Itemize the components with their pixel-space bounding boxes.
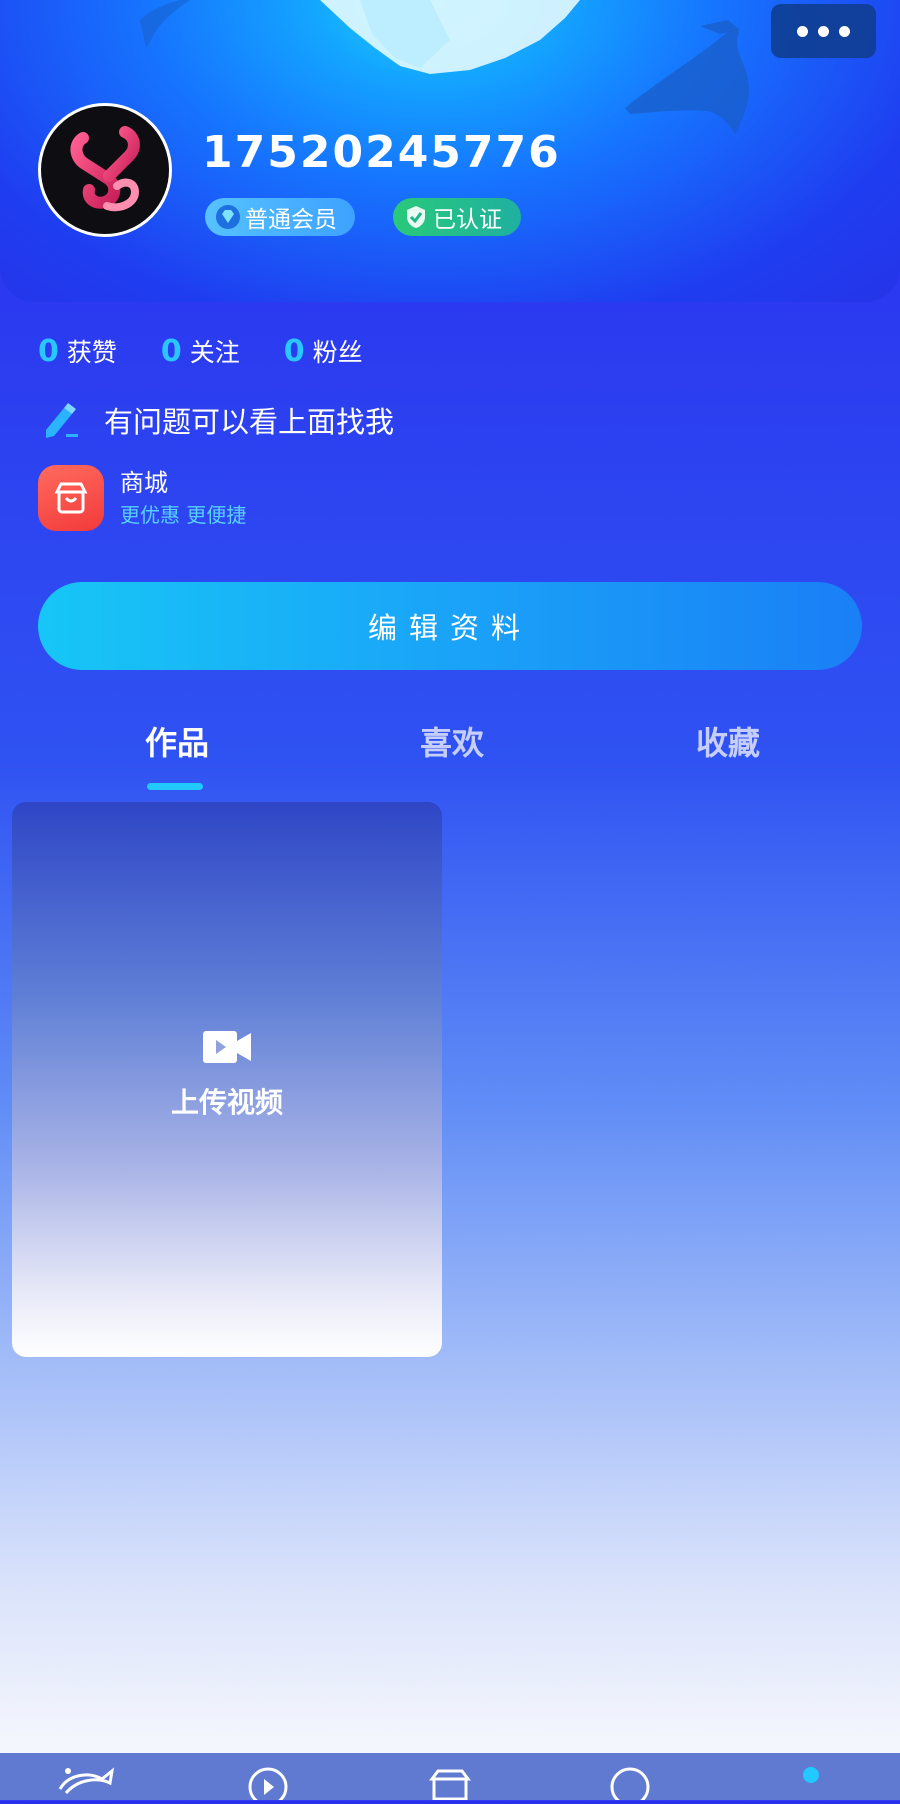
tab-likes[interactable]: 喜欢 [420,718,484,768]
username: 17520245776 [202,127,561,178]
stat-following-label: 关注 [189,338,240,367]
bottom-navigation [0,1753,900,1804]
stat-likes-count: 0 [38,334,59,369]
stat-following-count: 0 [160,334,182,369]
member-badge-label: 普通会员 [245,207,337,233]
upload-video-card[interactable]: 上传视频 [12,802,442,1357]
shop-store-icon [38,465,104,531]
diamond-icon [215,204,241,230]
stat-likes-label: 获赞 [66,338,117,367]
dolphin-icon[interactable] [58,1765,118,1804]
shop-entry[interactable]: 商城 更优惠 更便捷 [38,465,246,531]
tab-works[interactable]: 作品 [145,718,209,768]
stat-fans-count: 0 [283,334,305,369]
stat-fans-label: 粉丝 [312,338,363,367]
more-dot-icon [818,25,829,37]
verified-badge-label: 已认证 [433,207,502,233]
upload-video-label: 上传视频 [170,1086,283,1119]
app-logo-icon [70,126,140,212]
profile-icon[interactable] [796,1765,826,1804]
more-options-button[interactable] [771,4,876,58]
play-icon[interactable] [248,1765,288,1804]
stat-likes[interactable]: 0 获赞 [38,328,117,377]
more-dot-icon [839,25,850,37]
more-dot-icon [797,25,808,37]
active-tab-indicator [147,783,203,790]
shop-title: 商城 [120,469,168,497]
stat-fans[interactable]: 0 粉丝 [284,328,363,377]
verified-badge: 已认证 [393,198,521,236]
member-badge: 普通会员 [205,198,355,236]
tab-favorites[interactable]: 收藏 [696,718,760,768]
avatar[interactable] [38,103,172,237]
bio-text: 有问题可以看上面找我 [104,405,395,439]
video-camera-icon [203,1029,251,1069]
edit-pencil-icon [40,400,80,444]
profile-stats: 0 获赞 0 关注 0 粉丝 [38,328,407,377]
shield-check-icon [403,204,429,230]
message-icon[interactable] [610,1765,650,1804]
shop-bag-icon[interactable] [428,1765,472,1804]
bio-row[interactable]: 有问题可以看上面找我 [40,398,394,446]
stat-following[interactable]: 0 关注 [161,328,240,377]
shop-subtitle: 更优惠 更便捷 [120,503,247,527]
edit-profile-button[interactable]: 编辑资料 [38,582,862,670]
